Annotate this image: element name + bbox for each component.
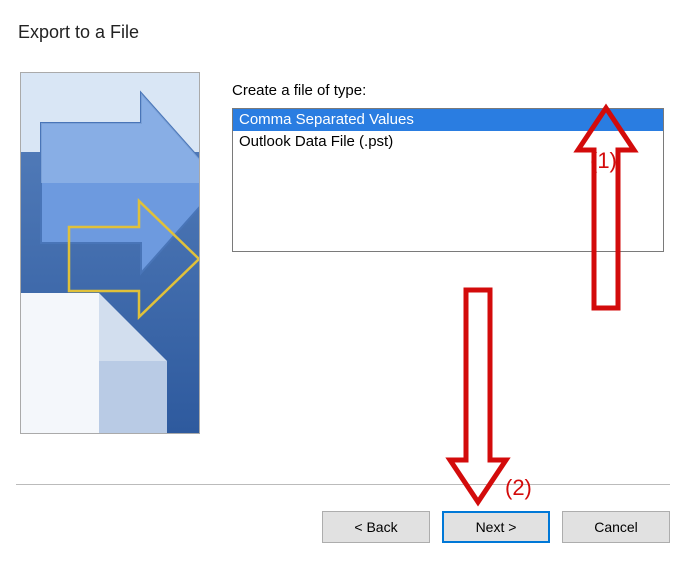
file-type-option-pst[interactable]: Outlook Data File (.pst) bbox=[233, 131, 663, 153]
separator bbox=[16, 484, 670, 485]
next-button[interactable]: Next > bbox=[442, 511, 550, 543]
file-type-option-csv[interactable]: Comma Separated Values bbox=[233, 109, 663, 131]
file-type-listbox[interactable]: Comma Separated Values Outlook Data File… bbox=[232, 108, 664, 252]
file-type-label: Create a file of type: bbox=[232, 82, 366, 99]
export-wizard-dialog: Export to a File Create a file of type: … bbox=[0, 0, 690, 561]
wizard-illustration bbox=[20, 72, 200, 434]
back-button[interactable]: < Back bbox=[322, 511, 430, 543]
annotation-arrow-2 bbox=[450, 290, 506, 502]
cancel-button[interactable]: Cancel bbox=[562, 511, 670, 543]
dialog-title: Export to a File bbox=[18, 22, 139, 43]
wizard-button-row: < Back Next > Cancel bbox=[322, 511, 670, 543]
annotation-label-2: (2) bbox=[505, 475, 532, 501]
